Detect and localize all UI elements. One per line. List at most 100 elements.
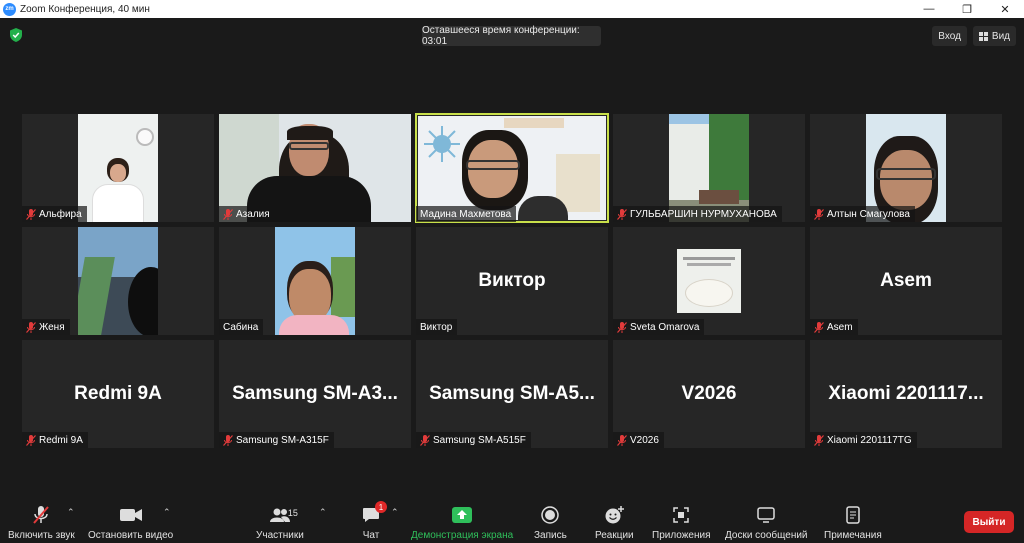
mic-muted-icon [814,434,824,446]
meeting-toolbar: Включить звук ⌃ Остановить видео ⌃ 15 Уч… [0,497,1024,543]
participants-icon: 15 [268,505,298,525]
mic-muted-icon [29,505,53,525]
security-shield-icon[interactable] [10,28,22,42]
meeting-timer: Оставшееся время конференции: 03:01 [422,25,601,47]
participant-tile[interactable]: Сабина [219,227,411,335]
notes-button[interactable]: Примечания [824,505,882,541]
participant-tile[interactable]: Sveta Omarova [613,227,805,335]
participants-label: Участники [256,530,304,541]
chat-options-chevron-icon[interactable]: ⌃ [391,507,399,518]
video-camera-icon [119,505,143,525]
participant-name-tag: Азалия [219,206,275,222]
apps-button[interactable]: Приложения [652,505,711,541]
participant-name: Сабина [223,321,259,333]
whiteboards-button[interactable]: Доски сообщений [725,505,808,541]
participant-tile[interactable]: Женя [22,227,214,335]
notes-icon [841,505,865,525]
mic-muted-icon [814,321,824,333]
mic-muted-icon [26,208,36,220]
record-icon [538,505,562,525]
chat-bubble-icon: 1 [359,501,387,525]
participant-video [78,114,158,222]
participant-name-tag: Xiaomi 2201117TG [810,432,917,448]
participant-tile[interactable]: Виктор Виктор [416,227,608,335]
participant-tile[interactable]: Redmi 9A Redmi 9A [22,340,214,448]
participant-name-tag: ГУЛЬБАРШИН НУРМУХАНОВА [613,206,782,222]
participant-name-tag: V2026 [613,432,664,448]
share-screen-icon [450,505,474,525]
participant-name: Альфира [39,208,82,220]
smiley-plus-icon [602,505,626,525]
participant-name-tag: Сабина [219,319,264,335]
chat-unread-badge: 1 [375,501,387,513]
participant-tile[interactable]: Азалия [219,114,411,222]
participant-name-tag: Женя [22,319,70,335]
participant-name: Asem [827,321,853,333]
grid-view-icon [978,31,988,41]
stop-video-button[interactable]: Остановить видео [88,505,173,541]
participant-name: Алтын Смагулова [827,208,910,220]
close-button[interactable]: ✕ [986,0,1024,18]
participant-tile-active-speaker[interactable]: Мадина Махметова [415,113,609,223]
participant-name: Samsung SM-A515F [433,434,526,446]
participant-name-tag: Sveta Omarova [613,319,705,335]
maximize-button[interactable]: ❐ [948,0,986,18]
participant-name-tag: Samsung SM-A515F [416,432,531,448]
mic-muted-icon [420,434,430,446]
whiteboards-label: Доски сообщений [725,530,808,541]
participant-name-tag: Альфира [22,206,87,222]
participant-name: V2026 [630,434,659,446]
participant-tile[interactable]: Xiaomi 2201117... Xiaomi 2201117TG [810,340,1002,448]
unmute-label: Включить звук [8,530,75,541]
audio-options-chevron-icon[interactable]: ⌃ [67,507,75,518]
participant-tile[interactable]: V2026 V2026 [613,340,805,448]
participant-name-tag: Алтын Смагулова [810,206,915,222]
whiteboard-icon [754,505,778,525]
participant-tile[interactable]: Asem Asem [810,227,1002,335]
participants-count: 15 [287,508,298,518]
zoom-logo-icon: zm [3,2,16,16]
meeting-topbar: Оставшееся время конференции: 03:01 Вход… [0,18,1024,52]
participant-name: Samsung SM-A315F [236,434,329,446]
unmute-button[interactable]: Включить звук [8,505,75,541]
mic-muted-icon [617,208,627,220]
reactions-button[interactable]: Реакции [595,505,634,541]
view-button[interactable]: Вид [972,26,1016,46]
participant-tile[interactable]: Альфира [22,114,214,222]
participant-name: Redmi 9A [39,434,83,446]
mic-muted-icon [617,321,627,333]
participant-name: Sveta Omarova [630,321,700,333]
participant-name-tag: Asem [810,319,858,335]
reactions-label: Реакции [595,530,634,541]
mic-muted-icon [617,434,627,446]
participant-name-tag: Виктор [416,319,458,335]
chat-label: Чат [362,530,380,541]
leave-button[interactable]: Выйти [964,511,1014,533]
video-options-chevron-icon[interactable]: ⌃ [163,507,171,518]
record-button[interactable]: Запись [534,505,567,541]
participant-name: Азалия [236,208,270,220]
share-screen-button[interactable]: Демонстрация экрана [411,505,513,541]
window-title: Zoom Конференция, 40 мин [20,3,150,15]
stop-video-label: Остановить видео [88,530,174,541]
mic-muted-icon [223,208,233,220]
participant-video [275,227,355,335]
mic-muted-icon [26,321,36,333]
participant-name: ГУЛЬБАРШИН НУРМУХАНОВА [630,208,777,220]
participant-name-tag: Samsung SM-A315F [219,432,334,448]
apps-icon [669,505,693,525]
participant-tile[interactable]: Samsung SM-A5... Samsung SM-A515F [416,340,608,448]
participant-tile[interactable]: ГУЛЬБАРШИН НУРМУХАНОВА [613,114,805,222]
record-label: Запись [534,530,567,541]
participants-button[interactable]: 15 Участники [256,505,304,541]
participant-tile[interactable]: Samsung SM-A3... Samsung SM-A315F [219,340,411,448]
participant-name-tag: Мадина Махметова [416,206,517,222]
participant-video [418,116,606,220]
participants-options-chevron-icon[interactable]: ⌃ [319,507,327,518]
minimize-button[interactable]: — [910,0,948,18]
enter-button[interactable]: Вход [932,26,967,46]
notes-label: Примечания [824,530,882,541]
chat-button[interactable]: 1 Чат [359,501,387,541]
participant-tile[interactable]: Алтын Смагулова [810,114,1002,222]
participant-video [78,227,158,335]
